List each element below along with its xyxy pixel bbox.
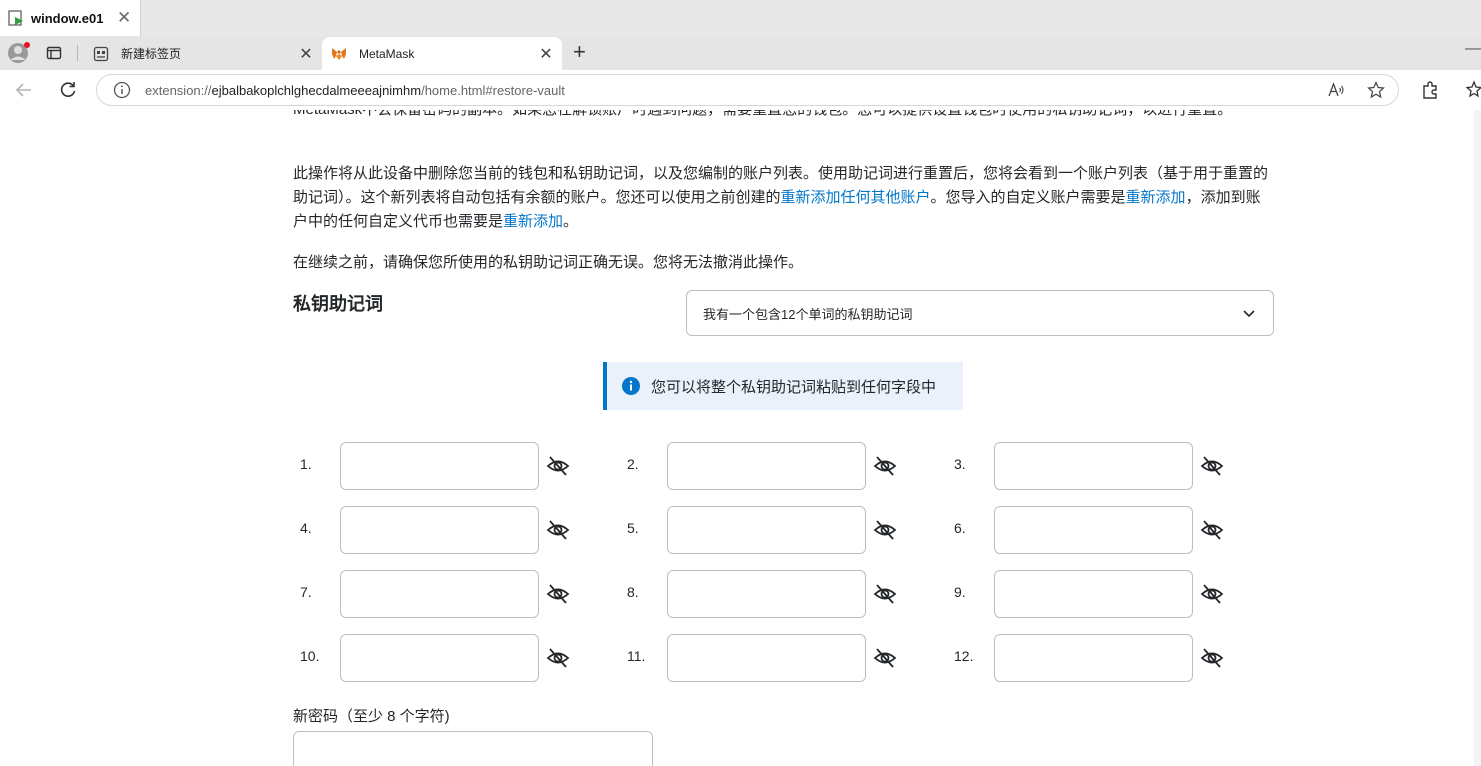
- navigation-bar: extension:// ejbalbakoplchlghecdalmeeeaj…: [0, 70, 1481, 110]
- eye-slash-icon[interactable]: [873, 646, 897, 670]
- favorite-star-icon[interactable]: [1367, 81, 1385, 99]
- word-number-label: 12.: [954, 648, 974, 664]
- srp-word-field: 10.: [300, 634, 600, 682]
- word-number-label: 7.: [300, 584, 312, 600]
- window-minimize-icon[interactable]: —: [1465, 40, 1481, 58]
- eye-slash-icon[interactable]: [873, 454, 897, 478]
- url-scheme: extension://: [145, 82, 212, 98]
- new-password-input[interactable]: [293, 731, 653, 766]
- srp-word-field: 4.: [300, 506, 600, 554]
- srp-word-input[interactable]: [340, 634, 539, 682]
- word-number-label: 11.: [627, 648, 646, 664]
- chevron-down-icon: [1243, 310, 1255, 318]
- srp-word-field: 3.: [954, 442, 1254, 490]
- url-path: /home.html#restore-vault: [421, 82, 565, 98]
- word-number-label: 3.: [954, 456, 966, 472]
- tab-actions-icon[interactable]: [46, 45, 62, 61]
- word-number-label: 6.: [954, 520, 966, 536]
- warning-paragraph: 在继续之前，请确保您所使用的私钥助记词正确无误。您将无法撤消此操作。: [293, 254, 804, 271]
- os-window-close-icon[interactable]: ✕: [117, 8, 131, 28]
- word-number-label: 9.: [954, 584, 966, 600]
- tab-label: MetaMask: [359, 46, 415, 61]
- srp-word-input[interactable]: [994, 442, 1193, 490]
- srp-word-field: 9.: [954, 570, 1254, 618]
- extensions-puzzle-icon[interactable]: [1420, 80, 1440, 100]
- srp-word-input[interactable]: [340, 442, 539, 490]
- favorites-icon[interactable]: [1466, 80, 1481, 100]
- browser-tab-strip: 新建标签页 ✕ MetaMask ✕ + —: [0, 36, 1481, 70]
- srp-word-input[interactable]: [994, 506, 1193, 554]
- srp-section-label: 私钥助记词: [293, 294, 383, 314]
- srp-word-input[interactable]: [667, 570, 866, 618]
- srp-word-input[interactable]: [340, 570, 539, 618]
- tab-metamask[interactable]: MetaMask ✕: [322, 37, 562, 70]
- back-arrow-icon[interactable]: [14, 80, 34, 100]
- eye-slash-icon[interactable]: [546, 646, 570, 670]
- srp-length-dropdown[interactable]: 我有一个包含12个单词的私钥助记词: [686, 290, 1274, 336]
- readd-link[interactable]: 重新添加: [1126, 189, 1186, 206]
- info-icon: [622, 377, 640, 395]
- address-bar[interactable]: extension:// ejbalbakoplchlghecdalmeeeaj…: [96, 74, 1399, 106]
- srp-word-field: 2.: [627, 442, 927, 490]
- word-number-label: 4.: [300, 520, 312, 536]
- page-scrollbar[interactable]: [1474, 110, 1481, 766]
- eye-slash-icon[interactable]: [546, 582, 570, 606]
- dropdown-selected-value: 我有一个包含12个单词的私钥助记词: [703, 306, 913, 322]
- readd-other-accounts-link[interactable]: 重新添加任何其他账户: [781, 189, 931, 206]
- srp-word-field: 1.: [300, 442, 600, 490]
- eye-slash-icon[interactable]: [546, 518, 570, 542]
- intro-paragraph: MetaMask不会保留密码的副本。如果您在解锁账户时遇到问题，需要重置您的钱包…: [293, 110, 1273, 122]
- eye-slash-icon[interactable]: [1200, 646, 1224, 670]
- word-number-label: 5.: [627, 520, 639, 536]
- eye-slash-icon[interactable]: [546, 454, 570, 478]
- word-number-label: 8.: [627, 584, 639, 600]
- metamask-fox-icon: [332, 47, 346, 60]
- srp-word-field: 11.: [627, 634, 927, 682]
- srp-word-input[interactable]: [667, 506, 866, 554]
- eye-slash-icon[interactable]: [1200, 454, 1224, 478]
- paste-hint-banner: 您可以将整个私钥助记词粘贴到任何字段中: [603, 362, 963, 410]
- eye-slash-icon[interactable]: [873, 582, 897, 606]
- word-number-label: 1.: [300, 456, 312, 472]
- paragraph-text: 。: [563, 213, 579, 230]
- srp-word-input[interactable]: [994, 634, 1193, 682]
- tab-close-icon[interactable]: ✕: [534, 44, 558, 64]
- reset-explanation-paragraph: 此操作将从此设备中删除您当前的钱包和私钥助记词，以及您编制的账户列表。使用助记词…: [293, 162, 1273, 234]
- page-content: MetaMask不会保留密码的副本。如果您在解锁账户时遇到问题，需要重置您的钱包…: [0, 110, 1481, 766]
- word-number-label: 2.: [627, 456, 639, 472]
- word-number-label: 10.: [300, 648, 320, 664]
- window-app-icon: [8, 9, 23, 26]
- read-aloud-icon[interactable]: [1327, 81, 1345, 99]
- eye-slash-icon[interactable]: [873, 518, 897, 542]
- srp-word-input[interactable]: [667, 634, 866, 682]
- os-window-tab[interactable]: window.e01 ✕: [0, 0, 141, 36]
- new-password-label: 新密码（至少 8 个字符): [293, 708, 450, 725]
- profile-avatar-icon[interactable]: [7, 41, 31, 65]
- srp-word-field: 6.: [954, 506, 1254, 554]
- srp-word-input[interactable]: [340, 506, 539, 554]
- tab-label: 新建标签页: [121, 47, 182, 61]
- tab-new-tab-page[interactable]: 新建标签页 ✕: [84, 37, 322, 70]
- paragraph-text: 。您导入的自定义账户需要是: [930, 189, 1126, 206]
- os-title-bar: window.e01 ✕: [0, 0, 1481, 36]
- tab-close-icon[interactable]: ✕: [294, 44, 318, 64]
- eye-slash-icon[interactable]: [1200, 518, 1224, 542]
- srp-word-input[interactable]: [994, 570, 1193, 618]
- srp-word-field: 12.: [954, 634, 1254, 682]
- new-tab-plus-icon[interactable]: +: [573, 41, 586, 63]
- refresh-icon[interactable]: [58, 80, 78, 100]
- os-window-title: window.e01: [31, 10, 104, 26]
- site-info-icon[interactable]: [113, 81, 131, 99]
- eye-slash-icon[interactable]: [1200, 582, 1224, 606]
- srp-word-field: 7.: [300, 570, 600, 618]
- url-host: ejbalbakoplchlghecdalmeeeajnimhm: [211, 82, 422, 98]
- readd-tokens-link[interactable]: 重新添加: [503, 213, 563, 230]
- paste-hint-text: 您可以将整个私钥助记词粘贴到任何字段中: [651, 378, 937, 396]
- srp-word-field: 8.: [627, 570, 927, 618]
- srp-word-input[interactable]: [667, 442, 866, 490]
- tab-separator: [77, 45, 78, 61]
- srp-word-field: 5.: [627, 506, 927, 554]
- new-tab-page-icon: [93, 46, 109, 61]
